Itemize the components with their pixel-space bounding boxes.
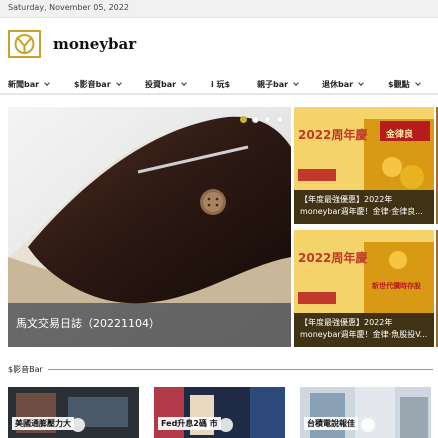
- site-name[interactable]: moneybar: [53, 35, 136, 53]
- slider-dot[interactable]: [264, 116, 271, 123]
- nav-item-news[interactable]: 新聞bar: [8, 79, 50, 90]
- video-thumb-image: [154, 387, 285, 438]
- banner-badge: 金律良: [385, 128, 413, 140]
- slider-dot[interactable]: [240, 116, 247, 123]
- video-thumb[interactable]: 台積電說報佳: [300, 387, 431, 438]
- card-caption[interactable]: 【年度最強優惠】2022年moneybar週年慶！金律·魚股投V...: [294, 313, 434, 347]
- chevron-down-icon: [44, 80, 50, 86]
- banner-title: 2022周年慶: [298, 250, 367, 265]
- section-title[interactable]: $影音Bar: [8, 364, 43, 375]
- nav-item-opinion[interactable]: $觀點: [388, 79, 421, 90]
- section-divider: [48, 369, 433, 370]
- video-title[interactable]: 美國通膨壓力大: [12, 417, 74, 430]
- chevron-down-icon: [414, 80, 421, 86]
- video-thumb[interactable]: 美國通膨壓力大: [8, 387, 139, 438]
- hero-caption[interactable]: 馬文交易日誌（20221104）: [8, 303, 291, 347]
- top-bar: Saturday, November 05, 2022: [0, 0, 438, 18]
- current-date: Saturday, November 05, 2022: [8, 3, 129, 12]
- chevron-down-icon: [181, 80, 187, 86]
- nav-item-video[interactable]: $影音bar: [74, 79, 122, 90]
- nav-item-invest[interactable]: 投資bar: [145, 79, 187, 90]
- video-title[interactable]: Fed升息2碼 市: [158, 417, 221, 430]
- promo-card[interactable]: 2022周年慶 新世代價時存股 【年度最強優惠】2022年moneybar週年慶…: [294, 230, 434, 347]
- video-thumb-image: [8, 387, 139, 438]
- card-caption[interactable]: 【年度最強優惠】2022年moneybar週年慶！金律·金律良...: [294, 190, 434, 224]
- promo-card[interactable]: 2022周年慶 金律良 【年度最強優惠】2022年moneybar週年慶！金律·…: [294, 107, 434, 224]
- banner-badge: 新世代價時存股: [372, 281, 422, 290]
- video-thumb-image: [300, 387, 431, 438]
- site-brand[interactable]: moneybar: [8, 30, 136, 58]
- video-thumb[interactable]: Fed升息2碼 市: [154, 387, 285, 438]
- chevron-down-icon: [358, 80, 364, 86]
- main-nav: 新聞bar $影音bar 投資bar i 玩$ 親子bar 退休bar $觀點: [0, 73, 438, 95]
- hero-title[interactable]: 馬文交易日誌（20221104）: [16, 315, 160, 331]
- banner-title: 2022周年慶: [298, 127, 367, 142]
- moneybar-logo-icon[interactable]: [8, 30, 41, 58]
- video-title[interactable]: 台積電說報佳: [304, 417, 358, 430]
- nav-item-family[interactable]: 親子bar: [257, 79, 299, 90]
- slider-dot[interactable]: [252, 116, 259, 123]
- chevron-down-icon: [293, 80, 299, 86]
- hero-slide[interactable]: 馬文交易日誌（20221104）: [8, 107, 291, 347]
- chevron-down-icon: [115, 80, 122, 86]
- nav-item-retire[interactable]: 退休bar: [322, 79, 364, 90]
- nav-item-play[interactable]: i 玩$: [211, 79, 230, 90]
- slider-dot[interactable]: [276, 116, 283, 123]
- slider-dots: [235, 116, 283, 123]
